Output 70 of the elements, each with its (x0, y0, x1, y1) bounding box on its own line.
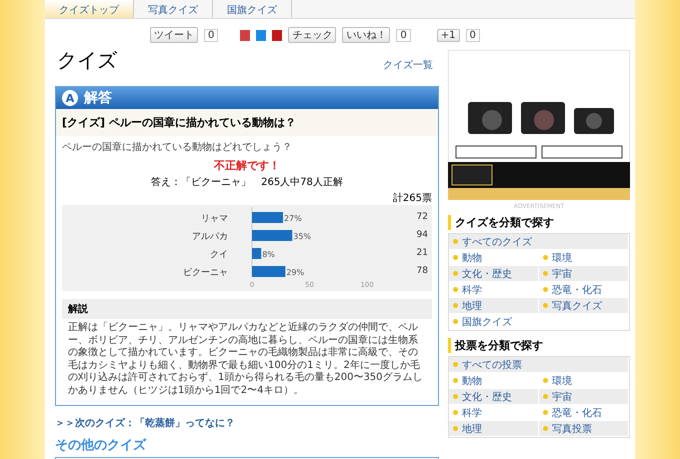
sidebar-heading: 投票を分類で探す (448, 338, 630, 353)
tweet-button[interactable]: ツイート (150, 27, 198, 43)
bullet-icon (543, 410, 548, 415)
bullet-icon (453, 271, 458, 276)
percent-label: 35% (293, 232, 312, 241)
quiz-list-link[interactable]: クイズ一覧 (383, 58, 433, 72)
bullet-icon (453, 426, 458, 431)
page-title: クイズ (57, 47, 117, 74)
section-heading: その他のクイズ (55, 437, 148, 454)
category-label: クイ (210, 250, 228, 260)
percent-label: 29% (286, 268, 304, 277)
bullet-icon (453, 410, 458, 415)
tweet-count: 0 (204, 28, 218, 42)
total-votes: 計265票 (392, 192, 433, 205)
next-quiz-link[interactable]: ＞＞次のクイズ：「乾蒸餅」ってなに？ (55, 416, 439, 430)
bullet-icon (543, 378, 548, 383)
nav-tab[interactable]: クイズトップ (45, 0, 134, 18)
bullet-icon (543, 287, 548, 292)
vote-count: 21 (416, 248, 428, 258)
vote-count: 72 (416, 212, 428, 222)
plus-one-button[interactable]: +1 (436, 28, 460, 42)
bar (252, 230, 292, 241)
nav-tab[interactable]: 写真クイズ (134, 0, 213, 18)
vote-count: 94 (416, 230, 428, 240)
category-link[interactable]: 宇宙 (539, 389, 629, 405)
explanation-title: 解説 (62, 299, 432, 319)
vote-count: 78 (416, 266, 428, 276)
category-link[interactable]: 文化・歴史 (449, 266, 539, 282)
bullet-icon (453, 303, 458, 308)
like-count: 0 (396, 28, 411, 42)
category-link[interactable]: 文化・歴史 (449, 389, 539, 405)
answer-badge: A (62, 90, 78, 106)
bullet-icon (453, 319, 458, 324)
category-link[interactable]: 地理 (449, 298, 539, 314)
result-text: 不正解です！ (213, 158, 281, 173)
category-link[interactable]: 写真投票 (539, 421, 629, 437)
question-text: ペルーの国章に描かれている動物はどれでしょう？ (61, 140, 293, 155)
category-link[interactable]: 宇宙 (539, 266, 629, 282)
bullet-icon (543, 303, 548, 308)
like-button[interactable]: いいね！ (342, 27, 390, 43)
category-label: ビクーニャ (183, 268, 228, 278)
percent-label: 27% (284, 214, 302, 223)
bullet-icon (543, 394, 548, 399)
category-label: リャマ (201, 214, 228, 224)
bullet-icon (543, 255, 548, 260)
percent-label: 8% (262, 250, 275, 259)
bullet-icon (453, 394, 458, 399)
bullet-icon (543, 426, 548, 431)
check-button[interactable]: チェック (288, 27, 336, 43)
bullet-icon (543, 271, 548, 276)
sidebar-heading: クイズを分類で探す (448, 215, 630, 230)
bar (252, 248, 262, 259)
bar (252, 266, 286, 277)
bar (252, 212, 284, 223)
nav-tab[interactable]: 国旗クイズ (213, 0, 292, 18)
category-link[interactable]: すべてのクイズ (449, 234, 629, 250)
bullet-icon (453, 239, 458, 244)
bullet-icon (453, 255, 458, 260)
plus-one-count: 0 (466, 28, 480, 42)
panel-heading: 解答 (84, 89, 112, 107)
category-link[interactable]: 地理 (449, 421, 539, 437)
explanation-text: 正解は「ビクーニャ」。リャマやアルパカなどと近縁のラクダの仲間で、ペルー、ボリビア、チリ、アルゼンチンの高地に暮らし、ペルーの国章には生物系の象徴として描かれています。ビクーニャの毛織物製品は非常に高級で、その毛はカシミヤよりも細く、動物界で最も細い100分の1ミリ。2年に一度しか毛の刈り込みは許可されておらず、1頭から得られる毛の量も200〜350グラムしかありません（ヒツジは1頭から1回で2〜4キロ）。 (67, 320, 424, 398)
question-title: [クイズ] ペルーの国章に描かれている動物は？ (56, 109, 438, 136)
category-label: アルパカ (192, 232, 228, 242)
bullet-icon (453, 287, 458, 292)
category-link[interactable]: すべての投票 (449, 357, 629, 373)
bullet-icon (453, 378, 458, 383)
category-link[interactable]: 写真クイズ (539, 298, 629, 314)
answer-text: 答え：「ビクーニャ」 265人中78人正解 (150, 176, 344, 190)
bullet-icon (453, 362, 458, 367)
